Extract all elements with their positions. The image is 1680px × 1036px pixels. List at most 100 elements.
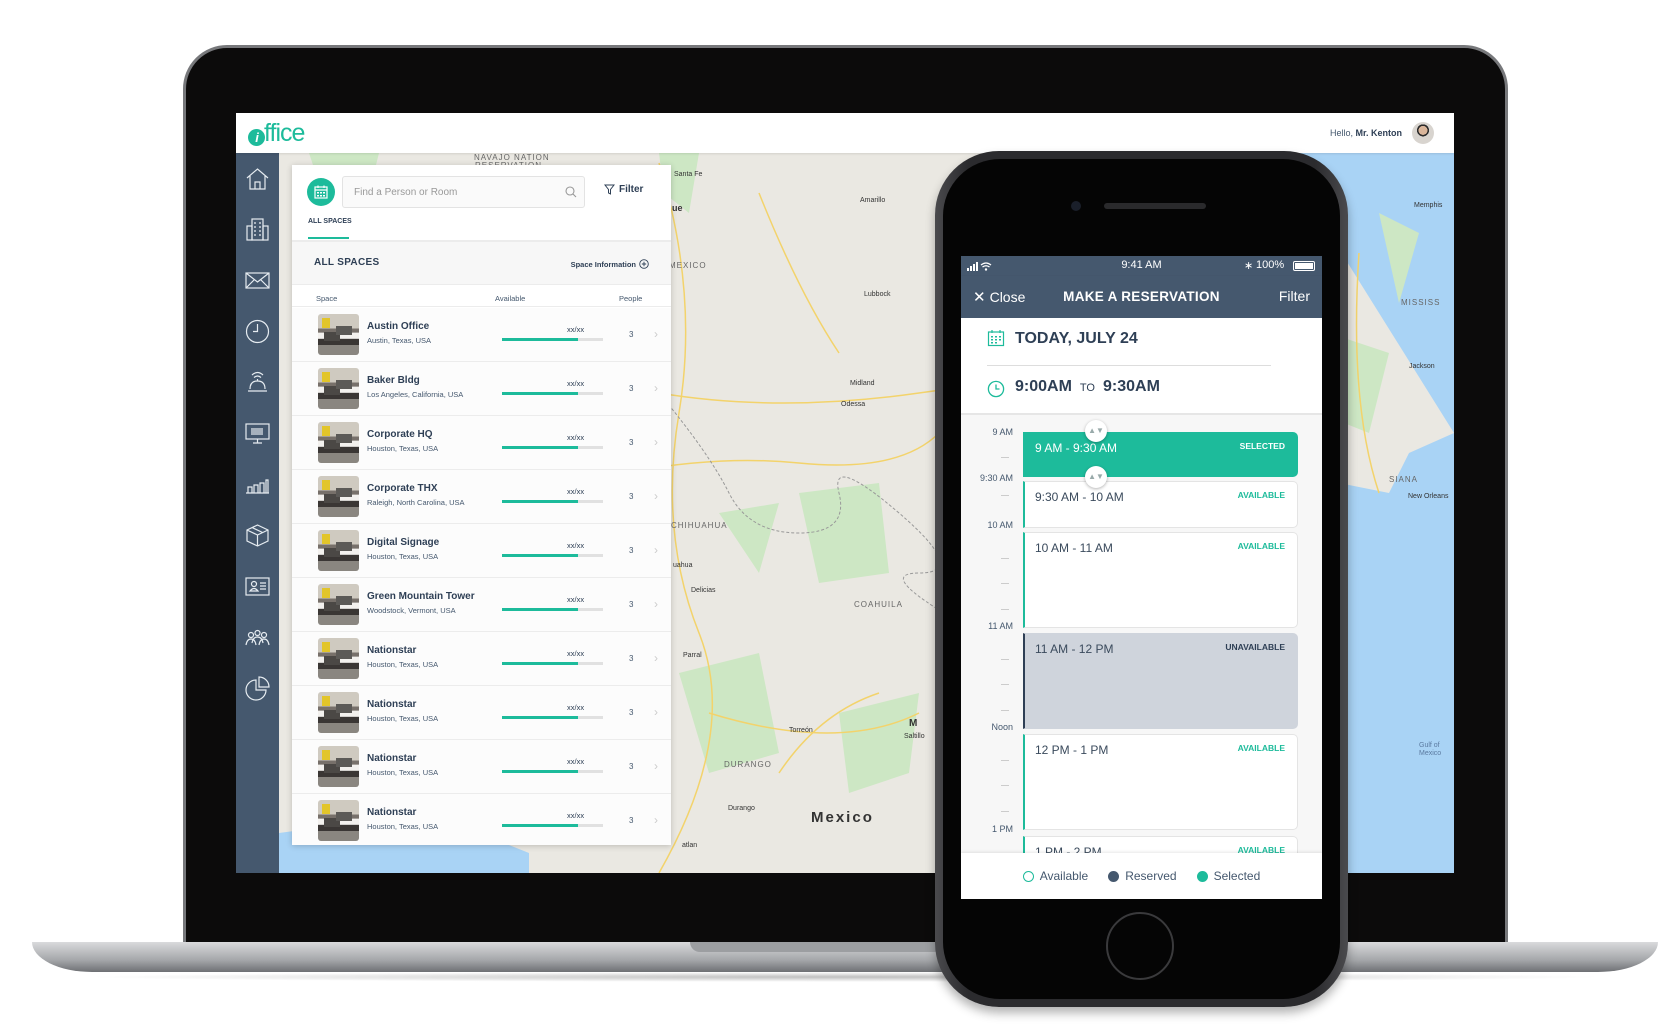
package-icon[interactable] xyxy=(244,522,271,549)
space-row[interactable]: Corporate THX Raleigh, North Carolina, US… xyxy=(292,470,671,524)
time-slot[interactable]: 10 AM - 11 AM AVAILABLE xyxy=(1023,532,1298,628)
search-icon[interactable] xyxy=(564,185,578,199)
chevron-right-icon[interactable]: › xyxy=(654,435,658,449)
resize-handle-bottom[interactable]: ▲▼ xyxy=(1085,466,1107,488)
space-people: 3 xyxy=(629,816,634,825)
mail-icon[interactable] xyxy=(244,267,271,294)
space-available: xx/xx xyxy=(567,433,585,442)
map-label: MISSISS xyxy=(1401,298,1441,307)
map-label: Mexico xyxy=(811,809,874,826)
availability-bar-fill xyxy=(502,770,578,773)
phone-home-button[interactable] xyxy=(1106,912,1174,980)
chevron-right-icon[interactable]: › xyxy=(654,651,658,665)
space-row[interactable]: Green Mountain Tower Woodstock, Vermont, … xyxy=(292,578,671,632)
availability-bar xyxy=(502,716,603,719)
bar-chart-icon[interactable] xyxy=(244,471,271,498)
kiosk-icon[interactable] xyxy=(244,420,271,447)
space-row[interactable]: Nationstar Houston, Texas, USA xx/xx 3 › xyxy=(292,794,671,845)
battery-percent: 100% xyxy=(1256,259,1285,271)
space-available: xx/xx xyxy=(567,487,585,496)
map-label: DURANGO xyxy=(724,760,772,769)
building-icon[interactable] xyxy=(244,216,271,243)
time-slot[interactable]: 1 PM - 2 PM AVAILABLE xyxy=(1023,836,1298,853)
battery-icon xyxy=(1293,261,1315,271)
column-people[interactable]: People xyxy=(619,294,642,303)
search-input[interactable] xyxy=(343,177,543,207)
column-available[interactable]: Available xyxy=(495,294,525,303)
chevron-right-icon[interactable]: › xyxy=(654,381,658,395)
pie-chart-icon[interactable] xyxy=(244,675,271,702)
space-row[interactable]: Digital Signage Houston, Texas, USA xx/xx 3… xyxy=(292,524,671,578)
space-row[interactable]: Baker Bldg Los Angeles, California, USA xx… xyxy=(292,362,671,416)
column-headers: Space Available People xyxy=(292,285,671,307)
map-city: Jackson xyxy=(1409,363,1435,370)
map-city: Memphis xyxy=(1414,202,1443,209)
time-from: 9:00AM xyxy=(1015,378,1072,395)
space-people: 3 xyxy=(629,330,634,339)
resize-handle-top[interactable]: ▲▼ xyxy=(1085,420,1107,442)
space-location: Houston, Texas, USA xyxy=(367,768,439,777)
people-icon[interactable] xyxy=(244,624,271,651)
avatar[interactable] xyxy=(1412,122,1434,144)
calendar-button[interactable] xyxy=(307,178,335,206)
reservation-date[interactable]: TODAY, JULY 24 xyxy=(1015,330,1138,348)
availability-bar xyxy=(502,554,603,557)
space-row[interactable]: Austin Office Austin, Texas, USA xx/xx 3 › xyxy=(292,308,671,362)
space-row[interactable]: Nationstar Houston, Texas, USA xx/xx 3 › xyxy=(292,740,671,794)
availability-bar-fill xyxy=(502,500,578,503)
space-information-button[interactable]: Space Information xyxy=(571,259,649,269)
chevron-right-icon[interactable]: › xyxy=(654,597,658,611)
chevron-right-icon[interactable]: › xyxy=(654,489,658,503)
space-row[interactable]: Corporate HQ Houston, Texas, USA xx/xx 3 › xyxy=(292,416,671,470)
time-slot[interactable]: 9:30 AM - 10 AM AVAILABLE xyxy=(1023,481,1298,528)
home-icon[interactable] xyxy=(244,165,271,192)
timeline-tick xyxy=(1001,811,1009,812)
time-slot[interactable]: 12 PM - 1 PM AVAILABLE xyxy=(1023,734,1298,830)
section-header: ALL SPACES Space Information xyxy=(292,240,671,285)
space-people: 3 xyxy=(629,654,634,663)
filter-button[interactable]: Filter xyxy=(1279,288,1310,304)
slot-status: AVAILABLE xyxy=(1237,541,1285,551)
filter-button[interactable]: Filter xyxy=(604,184,643,195)
space-thumbnail xyxy=(318,800,359,841)
reservation-time[interactable]: 9:00AM TO 9:30AM xyxy=(1015,378,1160,396)
chevron-right-icon[interactable]: › xyxy=(654,759,658,773)
logo[interactable]: i ffice xyxy=(248,119,305,148)
space-available: xx/xx xyxy=(567,649,585,658)
chevron-right-icon[interactable]: › xyxy=(654,705,658,719)
logo-text: ffice xyxy=(264,119,305,147)
chevron-right-icon[interactable]: › xyxy=(654,813,658,827)
slot-status: UNAVAILABLE xyxy=(1225,642,1285,652)
nav-title: MAKE A RESERVATION xyxy=(1063,289,1220,304)
concierge-icon[interactable] xyxy=(244,369,271,396)
map-city: ue xyxy=(672,203,683,213)
chevron-right-icon[interactable]: › xyxy=(654,543,658,557)
bluetooth-icon: ∗ xyxy=(1244,260,1254,272)
availability-bar-fill xyxy=(502,824,578,827)
timeline-tick xyxy=(1001,710,1009,711)
time-slot-selected[interactable]: 9 AM - 9:30 AM SELECTED xyxy=(1023,432,1298,477)
timeline-tick xyxy=(1001,558,1009,559)
availability-bar xyxy=(502,500,603,503)
clock-icon xyxy=(987,380,1005,398)
nav-bar: ✕ Close MAKE A RESERVATION Filter xyxy=(961,276,1322,318)
space-thumbnail xyxy=(318,746,359,787)
tab-all-spaces[interactable]: ALL SPACES xyxy=(308,218,352,225)
space-name: Baker Bldg xyxy=(367,375,420,386)
id-card-icon[interactable] xyxy=(244,573,271,600)
space-row[interactable]: Nationstar Houston, Texas, USA xx/xx 3 › xyxy=(292,632,671,686)
laptop-shadow xyxy=(80,972,1610,982)
slot-status: AVAILABLE xyxy=(1237,490,1285,500)
timeline[interactable]: 9 AM 9:30 AM 10 AM 11 AM Noon 1 PM 9 AM … xyxy=(961,415,1322,853)
clock-icon[interactable] xyxy=(244,318,271,345)
chevron-right-icon[interactable]: › xyxy=(654,327,658,341)
column-space[interactable]: Space xyxy=(316,294,337,303)
space-name: Nationstar xyxy=(367,753,417,764)
space-row[interactable]: Nationstar Houston, Texas, USA xx/xx 3 › xyxy=(292,686,671,740)
timeline-tick xyxy=(1001,684,1009,685)
map-city: uahua xyxy=(673,562,693,569)
map-label: MEXICO xyxy=(669,261,707,270)
hour-label: 9:30 AM xyxy=(979,473,1013,483)
status-bar: 9:41 AM ∗ 100% xyxy=(961,256,1322,276)
space-location: Raleigh, North Carolina, USA xyxy=(367,498,465,507)
